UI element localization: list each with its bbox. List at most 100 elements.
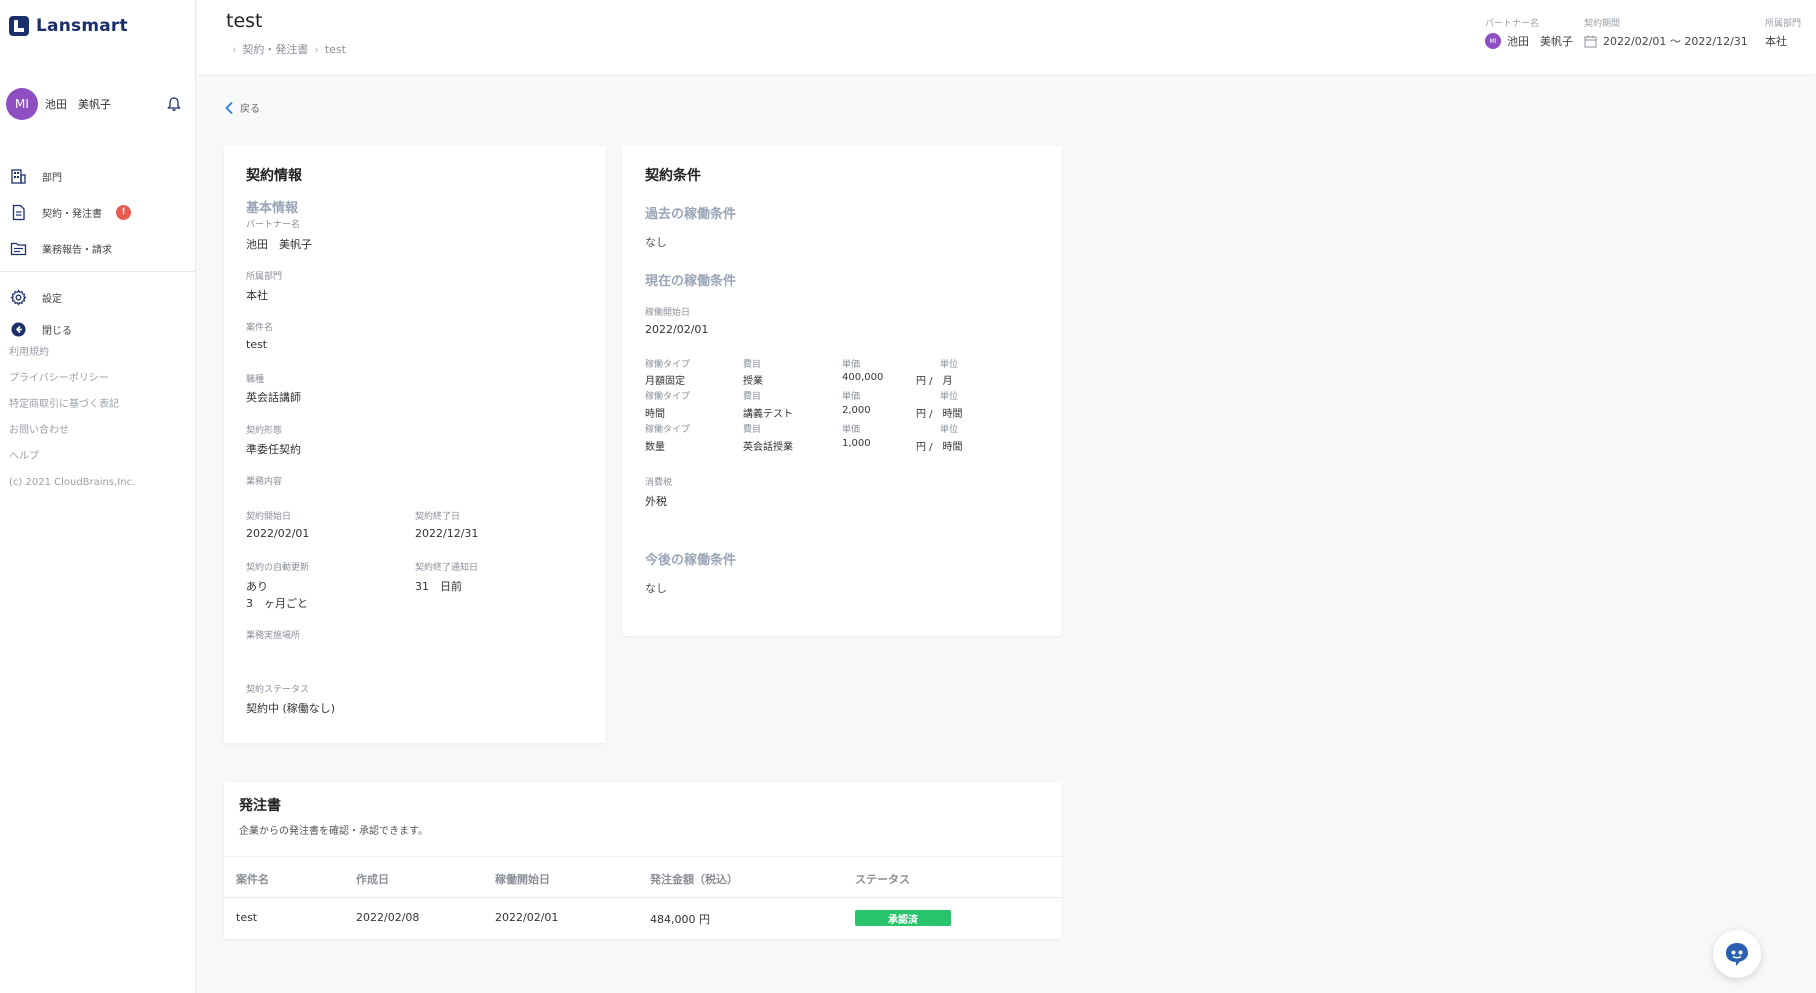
term-item: 英会話授業 (743, 442, 793, 453)
sidebar: Lansmart MI 池田 美帆子 部門 契約・発注書 ! 業務報告・請求 設… (0, 0, 196, 993)
field-value: test (246, 338, 268, 351)
notification-badge: ! (116, 204, 131, 220)
link-help[interactable]: ヘルプ (9, 449, 135, 475)
period-value: 2022/02/01 〜 2022/12/31 (1584, 33, 1748, 49)
period-label: 契約期間 (1584, 19, 1621, 29)
card-title: 契約情報 (246, 168, 302, 184)
field-value: 準委任契約 (246, 443, 301, 456)
sidebar-item-settings[interactable]: 設定 (0, 281, 196, 313)
partner-label: パートナー名 (1485, 19, 1540, 29)
header: test › 契約・発注書 › test パートナー名 MI 池田 美帆子 契約… (197, 0, 1816, 74)
calendar-icon (1584, 35, 1597, 47)
link-terms[interactable]: 利用規約 (9, 345, 135, 371)
sidebar-item-contracts[interactable]: 契約・発注書 ! (0, 194, 196, 230)
link-privacy[interactable]: プライバシーポリシー (9, 371, 135, 397)
chat-support-button[interactable] (1713, 930, 1761, 978)
card-title: 契約条件 (645, 168, 701, 184)
document-icon (12, 204, 25, 220)
column-header: ステータス (855, 873, 910, 886)
col-price-label: 単価 (842, 392, 861, 402)
field-label: 契約開始日 (246, 512, 292, 522)
field-label: 契約形態 (246, 426, 283, 436)
link-commerce-law[interactable]: 特定商取引に基づく表記 (9, 397, 135, 423)
field-label: 消費税 (645, 478, 673, 488)
field-value: 英会話講師 (246, 391, 301, 404)
partner-value: MI 池田 美帆子 (1485, 33, 1573, 49)
copyright: (c) 2021 CloudBrains,Inc. (9, 477, 136, 488)
order-project[interactable]: test (236, 911, 257, 924)
section-title: 基本情報 (246, 201, 299, 216)
contract-info-card: 契約情報 基本情報 パートナー名 池田 美帆子 所属部門 本社 案件名 test… (224, 146, 606, 743)
sidebar-item-label: 設定 (42, 293, 62, 305)
field-value: 31 日前 (415, 580, 462, 593)
table-header: 案件名 作成日 稼働開始日 発注金額（税込） ステータス (224, 856, 1062, 898)
chevron-right-icon: › (232, 42, 237, 56)
term-item: 授業 (743, 376, 763, 387)
chat-bot-icon (1726, 943, 1748, 966)
section-title: 過去の稼働条件 (645, 207, 737, 222)
logo[interactable]: Lansmart (9, 16, 128, 36)
chevron-right-icon: › (314, 42, 319, 56)
field-label: 稼働開始日 (645, 308, 691, 318)
sidebar-item-departments[interactable]: 部門 (0, 158, 196, 194)
field-value: 2022/02/01 (645, 323, 709, 336)
card-title: 発注書 (239, 798, 281, 814)
field-value: 3 ヶ月ごと (246, 597, 308, 610)
col-item-label: 費目 (743, 360, 762, 370)
link-contact[interactable]: お問い合わせ (9, 423, 135, 449)
field-value: 外税 (645, 495, 667, 508)
breadcrumb-contracts[interactable]: 契約・発注書 (242, 41, 308, 57)
term-price: 2,000 (842, 405, 871, 416)
order-start: 2022/02/01 (495, 911, 559, 924)
order-created: 2022/02/08 (356, 911, 420, 924)
field-label: 所属部門 (246, 272, 283, 282)
logo-mark-icon (9, 16, 29, 36)
sidebar-item-label: 契約・発注書 (42, 208, 102, 220)
field-label: 業務実施場所 (246, 631, 301, 641)
field-label: 契約の自動更新 (246, 563, 310, 573)
col-type-label: 稼働タイプ (645, 360, 691, 370)
partner-avatar: MI (1485, 33, 1501, 49)
field-label: 契約終了日 (415, 512, 461, 522)
field-label: 業務内容 (246, 477, 283, 487)
term-item: 講義テスト (743, 409, 793, 420)
col-type-label: 稼働タイプ (645, 392, 691, 402)
column-header: 作成日 (356, 873, 389, 886)
field-value: 池田 美帆子 (246, 238, 312, 251)
col-unit-label: 単位 (940, 360, 959, 370)
field-value: 2022/02/01 (246, 527, 310, 540)
nav-divider (0, 271, 196, 272)
section-title: 今後の稼働条件 (645, 553, 737, 568)
footer-links: 利用規約 プライバシーポリシー 特定商取引に基づく表記 お問い合わせ ヘルプ (… (9, 345, 135, 501)
back-button[interactable]: 戻る (224, 100, 260, 115)
dept-text: 本社 (1765, 35, 1787, 48)
order-description: 企業からの発注書を確認・承認できます。 (239, 826, 428, 837)
partner-name: 池田 美帆子 (1507, 35, 1573, 48)
field-label: 案件名 (246, 323, 274, 333)
logo-text: Lansmart (36, 16, 128, 36)
chevron-left-icon (225, 101, 233, 114)
dept-value: 本社 (1765, 33, 1787, 49)
building-icon (11, 168, 26, 184)
folder-icon (10, 242, 27, 255)
status-badge: 承認済 (855, 910, 951, 926)
user-name: 池田 美帆子 (45, 98, 111, 111)
col-unit-label: 単位 (940, 392, 959, 402)
field-value: なし (645, 582, 667, 595)
term-price: 400,000 (842, 372, 884, 383)
sidebar-item-label: 業務報告・請求 (42, 244, 112, 256)
term-type: 月額固定 (645, 376, 685, 387)
breadcrumb-current: test (324, 42, 346, 56)
col-type-label: 稼働タイプ (645, 425, 691, 435)
bell-icon[interactable] (166, 96, 182, 112)
col-unit-label: 単位 (940, 425, 959, 435)
col-item-label: 費目 (743, 425, 762, 435)
term-type: 時間 (645, 409, 665, 420)
period-text: 2022/02/01 〜 2022/12/31 (1603, 35, 1748, 48)
field-label: 契約ステータス (246, 685, 310, 695)
avatar[interactable]: MI (6, 88, 38, 120)
contract-terms-card: 契約条件 過去の稼働条件 なし 現在の稼働条件 稼働開始日 2022/02/01… (622, 146, 1062, 636)
sidebar-item-reports[interactable]: 業務報告・請求 (0, 230, 196, 266)
sidebar-item-label: 閉じる (42, 325, 72, 337)
sidebar-item-close[interactable]: 閉じる (0, 313, 196, 345)
